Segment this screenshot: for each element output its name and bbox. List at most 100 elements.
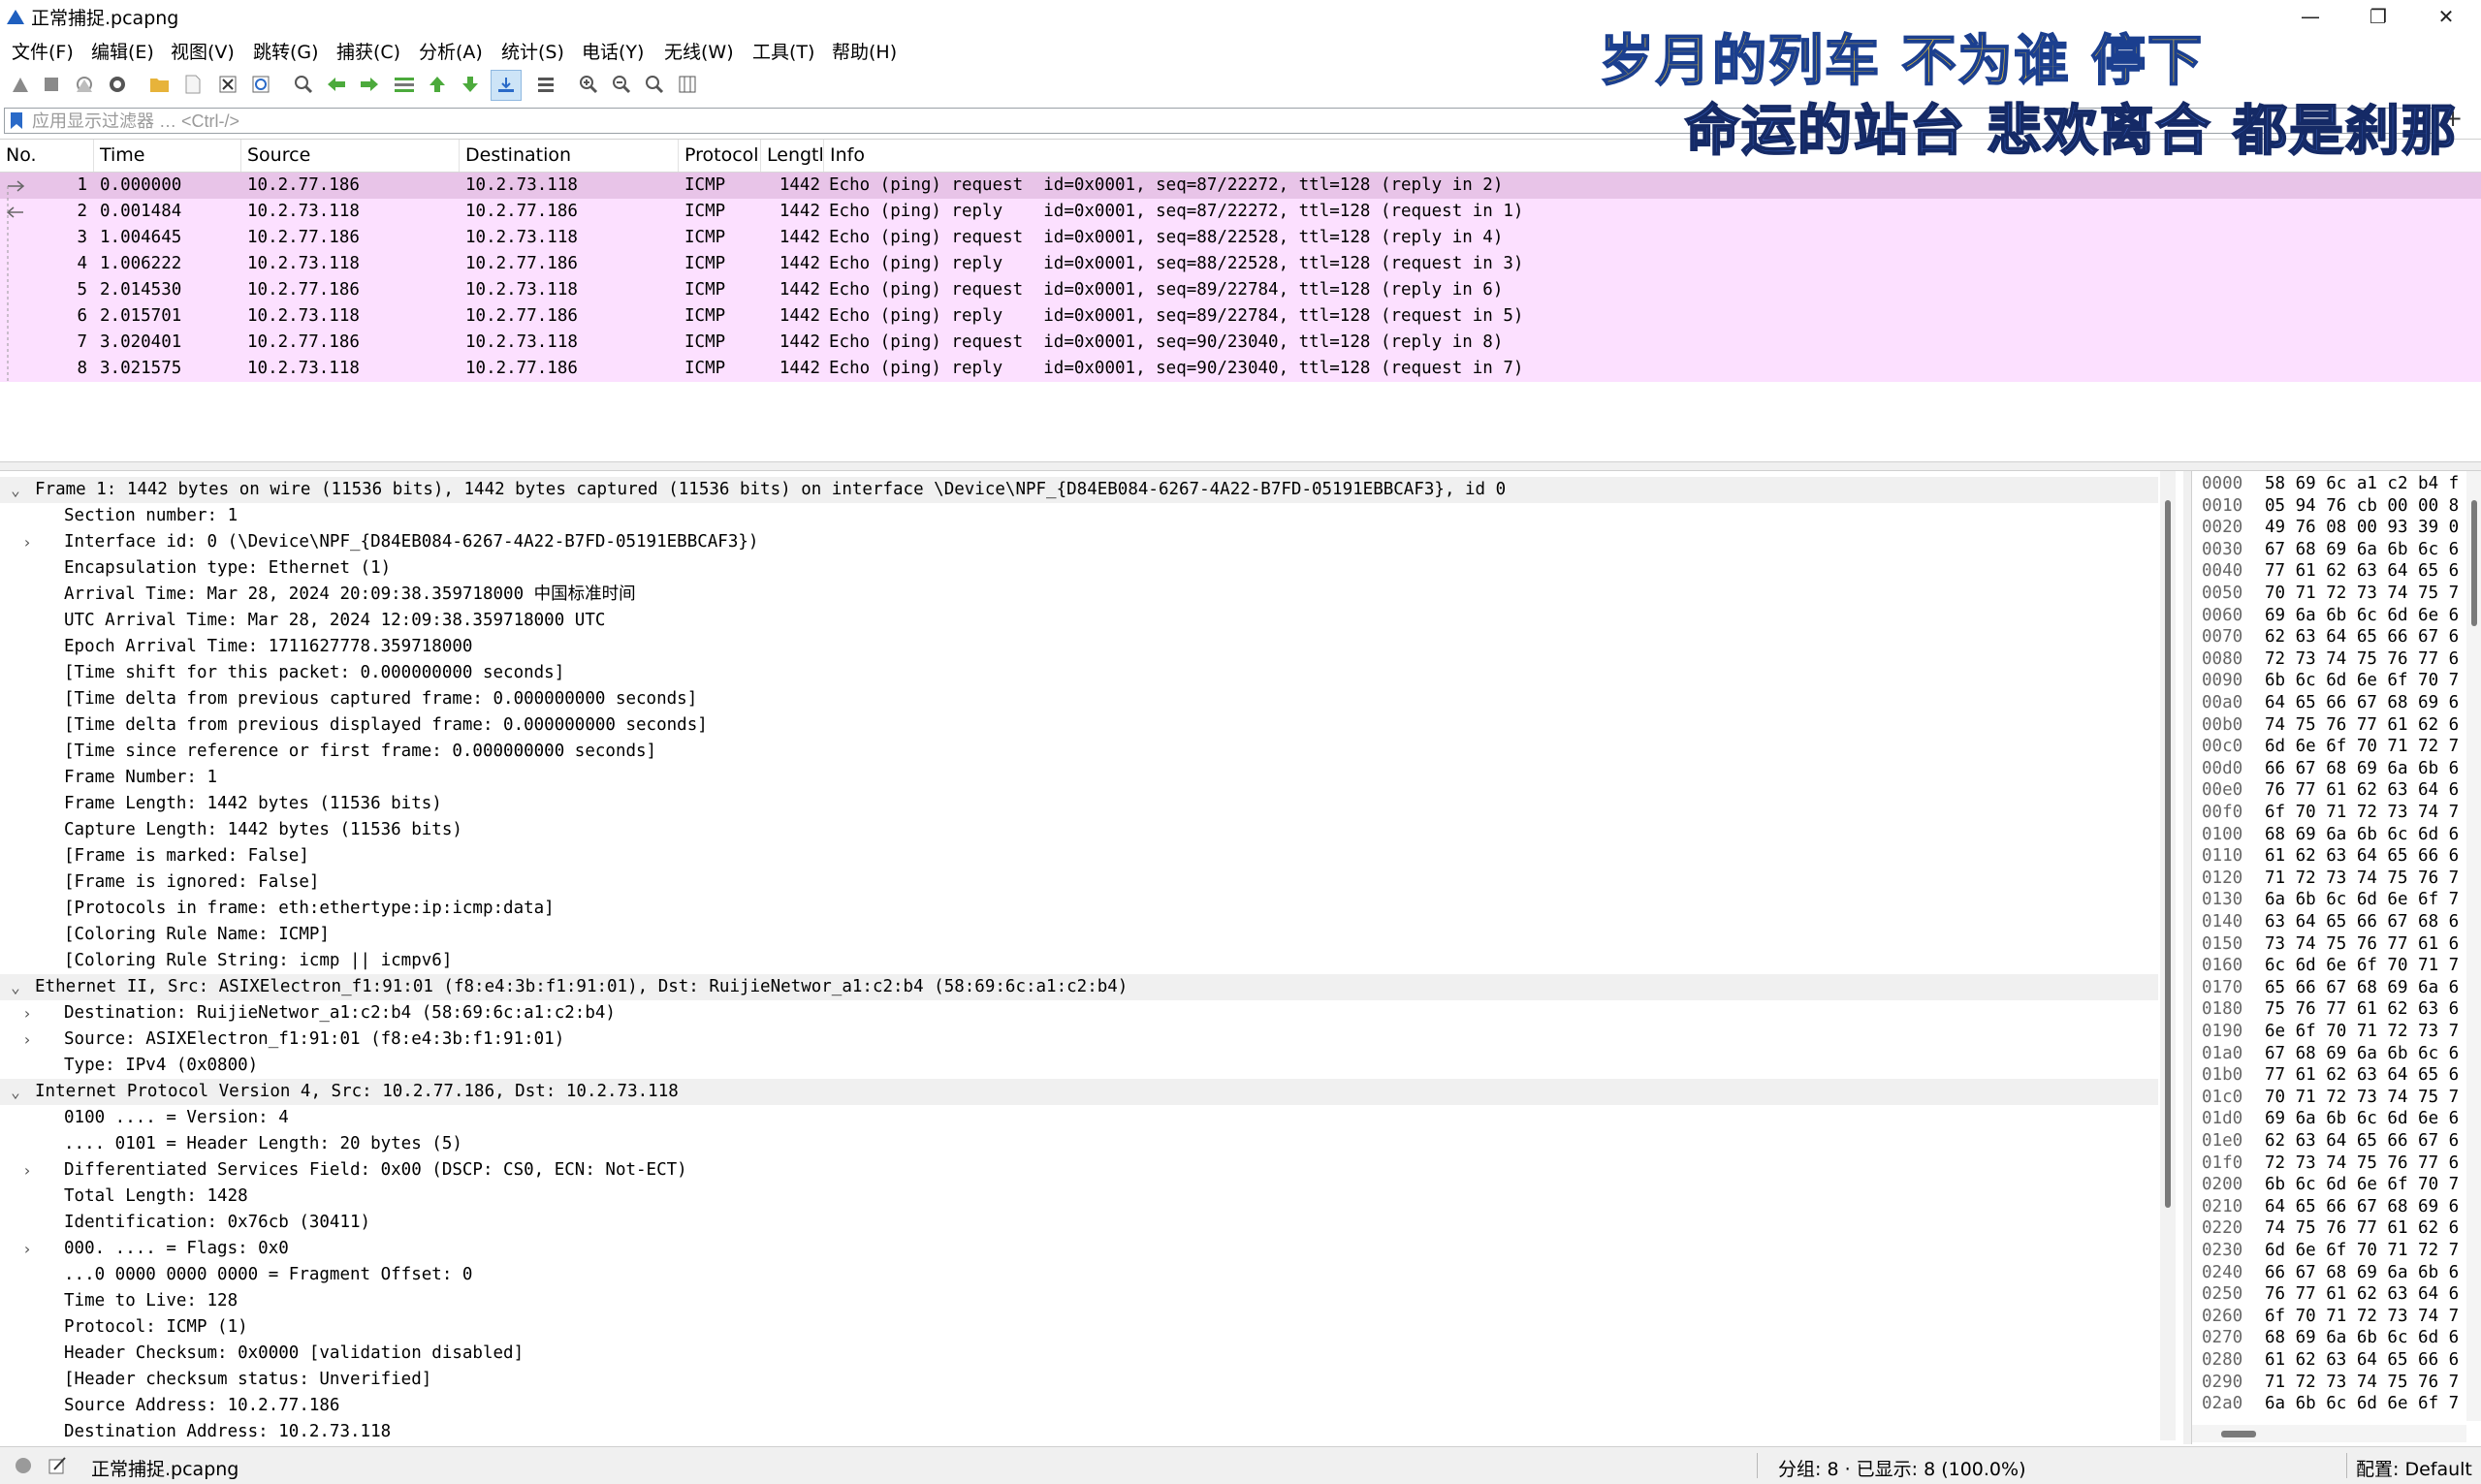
- menu-view[interactable]: 视图(V): [171, 38, 235, 64]
- hex-dump-row[interactable]: 00c0 6d 6e 6f 70 71 72 7: [2192, 736, 2473, 757]
- start-capture-icon[interactable]: [6, 70, 35, 99]
- hex-dump-row[interactable]: 0200 6b 6c 6d 6e 6f 70 7: [2192, 1174, 2473, 1195]
- capture-options-icon[interactable]: [103, 70, 132, 99]
- column-protocol[interactable]: Protocol: [679, 140, 761, 172]
- go-last-icon[interactable]: [456, 70, 485, 99]
- close-button[interactable]: ✕: [2414, 0, 2478, 33]
- collapsed-arrow-icon[interactable]: ›: [19, 1026, 35, 1053]
- detail-section-header[interactable]: ⌄ Ethernet II, Src: ASIXElectron_f1:91:01…: [0, 974, 2158, 1000]
- restart-capture-icon[interactable]: [70, 70, 99, 99]
- hex-dump-row[interactable]: 01e0 62 63 64 65 66 67 6: [2192, 1130, 2473, 1152]
- hex-dump-row[interactable]: 0250 76 77 61 62 63 64 6: [2192, 1283, 2473, 1305]
- collapsed-arrow-icon[interactable]: ›: [19, 529, 35, 555]
- hex-dump-row[interactable]: 00b0 74 75 76 77 61 62 6: [2192, 714, 2473, 736]
- hex-dump-row[interactable]: 0090 6b 6c 6d 6e 6f 70 7: [2192, 670, 2473, 691]
- pane-splitter-vertical[interactable]: [2183, 471, 2191, 1444]
- detail-field-row[interactable]: Epoch Arrival Time: 1711627778.359718000: [0, 634, 2158, 660]
- hex-dump-row[interactable]: 0140 63 64 65 66 67 68 6: [2192, 911, 2473, 932]
- column-no[interactable]: No.: [0, 140, 94, 172]
- hex-dump-row[interactable]: 0000 58 69 6c a1 c2 b4 f: [2192, 473, 2473, 494]
- resize-columns-icon[interactable]: [673, 70, 702, 99]
- bookmark-icon[interactable]: [9, 111, 24, 130]
- detail-field-row[interactable]: Arrival Time: Mar 28, 2024 20:09:38.3597…: [0, 582, 2158, 608]
- detail-field-row[interactable]: [Time delta from previous captured frame…: [0, 686, 2158, 712]
- packet-row[interactable]: 2 0.001484 10.2.73.118 10.2.77.186 ICMP 1442 E…: [0, 199, 2481, 225]
- hex-dump-row[interactable]: 0240 66 67 68 69 6a 6b 6: [2192, 1262, 2473, 1283]
- column-source[interactable]: Source: [241, 140, 460, 172]
- detail-field-row[interactable]: [Frame is ignored: False]: [0, 869, 2158, 896]
- bytes-horizontal-scrollbar[interactable]: [2192, 1425, 2466, 1442]
- packet-row[interactable]: 8 3.021575 10.2.73.118 10.2.77.186 ICMP 1442 E…: [0, 356, 2481, 382]
- find-packet-icon[interactable]: [289, 70, 318, 99]
- hex-dump-row[interactable]: 0030 67 68 69 6a 6b 6c 6: [2192, 539, 2473, 560]
- packet-row[interactable]: 3 1.004645 10.2.77.186 10.2.73.118 ICMP 1442 E…: [0, 225, 2481, 251]
- hex-dump-row[interactable]: 0060 69 6a 6b 6c 6d 6e 6: [2192, 605, 2473, 626]
- collapsed-arrow-icon[interactable]: ›: [19, 1236, 35, 1262]
- detail-field-row[interactable]: Encapsulation type: Ethernet (1): [0, 555, 2158, 582]
- detail-field-row[interactable]: [Time shift for this packet: 0.000000000…: [0, 660, 2158, 686]
- hex-dump-row[interactable]: 0050 70 71 72 73 74 75 7: [2192, 583, 2473, 604]
- hex-dump-row[interactable]: 01a0 67 68 69 6a 6b 6c 6: [2192, 1043, 2473, 1064]
- hex-dump-row[interactable]: 0230 6d 6e 6f 70 71 72 7: [2192, 1240, 2473, 1261]
- hex-dump-row[interactable]: 0020 49 76 08 00 93 39 0: [2192, 517, 2473, 538]
- hex-dump-row[interactable]: 0070 62 63 64 65 66 67 6: [2192, 626, 2473, 647]
- hex-dump-row[interactable]: 0280 61 62 63 64 65 66 6: [2192, 1349, 2473, 1371]
- hex-dump-row[interactable]: 01d0 69 6a 6b 6c 6d 6e 6: [2192, 1108, 2473, 1129]
- expanded-arrow-icon[interactable]: ⌄: [8, 477, 23, 503]
- menu-file[interactable]: 文件(F): [12, 38, 74, 64]
- detail-field-row[interactable]: ...0 0000 0000 0000 = Fragment Offset: 0: [0, 1262, 2158, 1288]
- hex-dump-row[interactable]: 0270 68 69 6a 6b 6c 6d 6: [2192, 1327, 2473, 1348]
- hex-dump-row[interactable]: 01c0 70 71 72 73 74 75 7: [2192, 1087, 2473, 1108]
- hex-dump-row[interactable]: 0290 71 72 73 74 75 76 7: [2192, 1372, 2473, 1393]
- hex-dump-row[interactable]: 01b0 77 61 62 63 64 65 6: [2192, 1064, 2473, 1086]
- expanded-arrow-icon[interactable]: ⌄: [8, 974, 23, 1000]
- hex-dump-row[interactable]: 0220 74 75 76 77 61 62 6: [2192, 1217, 2473, 1239]
- hex-dump-row[interactable]: 0160 6c 6d 6e 6f 70 71 7: [2192, 955, 2473, 976]
- menu-edit[interactable]: 编辑(E): [91, 38, 154, 64]
- detail-field-row[interactable]: Identification: 0x76cb (30411): [0, 1210, 2158, 1236]
- pane-splitter[interactable]: [0, 461, 2481, 471]
- hex-dump-row[interactable]: 0150 73 74 75 76 77 61 6: [2192, 933, 2473, 955]
- minimize-button[interactable]: —: [2278, 0, 2342, 33]
- menu-tools[interactable]: 工具(T): [752, 38, 814, 64]
- go-back-icon[interactable]: [322, 70, 351, 99]
- column-time[interactable]: Time: [94, 140, 241, 172]
- detail-field-row[interactable]: Frame Number: 1: [0, 765, 2158, 791]
- bytes-horizontal-thumb[interactable]: [2221, 1431, 2256, 1437]
- go-to-packet-icon[interactable]: [390, 70, 419, 99]
- detail-field-row[interactable]: Header Checksum: 0x0000 [validation disa…: [0, 1341, 2158, 1367]
- hex-dump-row[interactable]: 0120 71 72 73 74 75 76 7: [2192, 868, 2473, 889]
- detail-field-row[interactable]: [Protocols in frame: eth:ethertype:ip:ic…: [0, 896, 2158, 922]
- packet-row[interactable]: 1 0.000000 10.2.77.186 10.2.73.118 ICMP 1442 E…: [0, 173, 2481, 199]
- menu-analyze[interactable]: 分析(A): [419, 38, 483, 64]
- maximize-button[interactable]: ❐: [2346, 0, 2410, 33]
- hex-dump-row[interactable]: 0170 65 66 67 68 69 6a 6: [2192, 977, 2473, 998]
- hex-dump-row[interactable]: 00a0 64 65 66 67 68 69 6: [2192, 692, 2473, 713]
- detail-field-row[interactable]: Type: IPv4 (0x0800): [0, 1053, 2158, 1079]
- column-length[interactable]: Lengtl: [761, 140, 824, 172]
- open-file-icon[interactable]: [145, 70, 175, 99]
- detail-field-row[interactable]: [Coloring Rule Name: ICMP]: [0, 922, 2158, 948]
- capture-comment-icon[interactable]: [47, 1455, 68, 1476]
- hex-dump-row[interactable]: 0100 68 69 6a 6b 6c 6d 6: [2192, 824, 2473, 845]
- zoom-normal-icon[interactable]: [640, 70, 669, 99]
- detail-field-row[interactable]: UTC Arrival Time: Mar 28, 2024 12:09:38.…: [0, 608, 2158, 634]
- detail-field-row[interactable]: [Frame is marked: False]: [0, 843, 2158, 869]
- hex-dump-row[interactable]: 00d0 66 67 68 69 6a 6b 6: [2192, 758, 2473, 779]
- autoscroll-icon[interactable]: [491, 70, 522, 101]
- detail-field-row[interactable]: [Header checksum status: Unverified]: [0, 1367, 2158, 1393]
- collapsed-arrow-icon[interactable]: ›: [19, 1000, 35, 1026]
- packet-row[interactable]: 6 2.015701 10.2.73.118 10.2.77.186 ICMP 1442 E…: [0, 303, 2481, 330]
- hex-dump-row[interactable]: 01f0 72 73 74 75 76 77 6: [2192, 1152, 2473, 1174]
- hex-dump-row[interactable]: 0180 75 76 77 61 62 63 6: [2192, 998, 2473, 1020]
- column-destination[interactable]: Destination: [460, 140, 679, 172]
- detail-field-row[interactable]: › Interface id: 0 (\Device\NPF_{D84EB084-…: [0, 529, 2158, 555]
- detail-field-row[interactable]: Frame Length: 1442 bytes (11536 bits): [0, 791, 2158, 817]
- hex-dump-row[interactable]: 0260 6f 70 71 72 73 74 7: [2192, 1306, 2473, 1327]
- reload-file-icon[interactable]: [246, 70, 275, 99]
- menu-wireless[interactable]: 无线(W): [664, 38, 734, 64]
- zoom-out-icon[interactable]: [607, 70, 636, 99]
- packet-row[interactable]: 7 3.020401 10.2.77.186 10.2.73.118 ICMP 1442 E…: [0, 330, 2481, 356]
- packet-row[interactable]: 4 1.006222 10.2.73.118 10.2.77.186 ICMP 1442 E…: [0, 251, 2481, 277]
- details-scroll-thumb[interactable]: [2165, 500, 2171, 1208]
